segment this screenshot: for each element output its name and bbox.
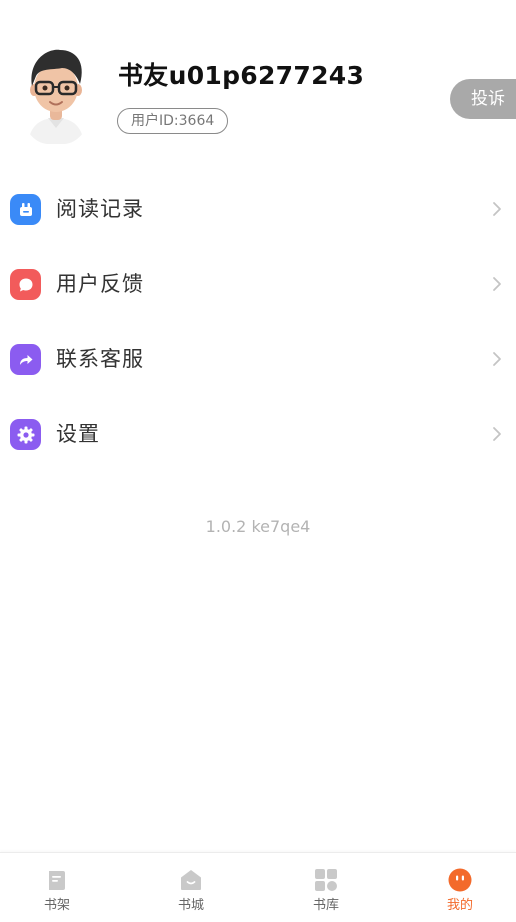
reading-history-icon	[10, 194, 41, 225]
chevron-right-icon	[493, 277, 501, 291]
chevron-right-icon	[493, 427, 501, 441]
me-icon	[448, 868, 472, 892]
menu-item-label: 用户反馈	[56, 272, 144, 296]
avatar-image	[20, 44, 92, 144]
menu-item-feedback[interactable]: 用户反馈	[0, 247, 516, 322]
tab-label: 我的	[446, 898, 473, 913]
user-id-badge: 用户ID:3664	[117, 108, 229, 134]
chevron-right-icon	[493, 202, 501, 216]
profile-header: 书友u01p6277243 用户ID:3664 投诉	[0, 0, 516, 170]
complain-button[interactable]: 投诉	[450, 79, 516, 119]
bookshelf-icon	[49, 871, 65, 890]
chevron-right-icon	[493, 352, 501, 366]
tab-bookstore[interactable]: 书城	[141, 853, 241, 922]
menu-item-contact-service[interactable]: 联系客服	[0, 322, 516, 397]
version-text: 1.0.2 ke7qe4	[205, 517, 311, 536]
menu-item-label: 阅读记录	[56, 197, 144, 221]
tab-me[interactable]: 我的	[410, 853, 510, 922]
menu-item-label: 设置	[56, 422, 100, 446]
library-icon	[315, 869, 337, 891]
username: 书友u01p6277243	[118, 61, 365, 90]
tab-label: 书架	[43, 898, 70, 913]
bookstore-icon	[181, 870, 201, 890]
tab-label: 书城	[177, 898, 204, 913]
settings-icon	[10, 419, 41, 450]
avatar[interactable]	[20, 44, 92, 144]
menu-item-settings[interactable]: 设置	[0, 397, 516, 472]
tab-label: 书库	[312, 898, 339, 913]
tab-bookshelf[interactable]: 书架	[7, 853, 107, 922]
bottom-tab-bar: 书架 书城 书库 我的	[0, 852, 516, 922]
menu-item-label: 联系客服	[56, 347, 144, 371]
menu-item-reading-history[interactable]: 阅读记录	[0, 172, 516, 247]
menu-list: 阅读记录 用户反馈 联系客服 设置	[0, 172, 516, 472]
tab-library[interactable]: 书库	[276, 853, 376, 922]
feedback-icon	[10, 269, 41, 300]
contact-service-icon	[10, 344, 41, 375]
